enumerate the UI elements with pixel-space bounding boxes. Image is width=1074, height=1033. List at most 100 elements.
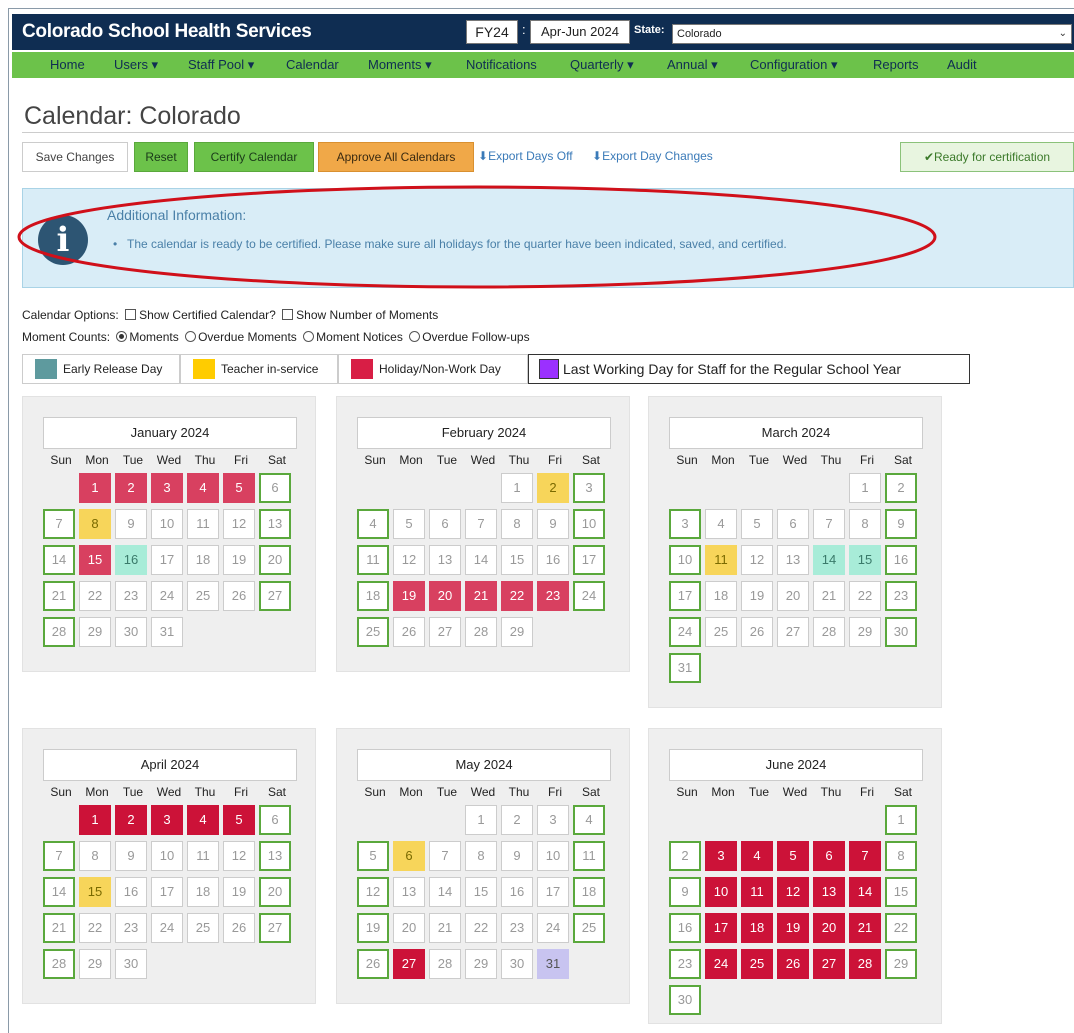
calendar-day[interactable]: 30	[885, 617, 917, 647]
calendar-day[interactable]: 3	[669, 509, 701, 539]
calendar-day[interactable]: 27	[813, 949, 845, 979]
save-changes-button[interactable]: Save Changes	[22, 142, 128, 172]
calendar-day[interactable]: 15	[79, 545, 111, 575]
calendar-day[interactable]: 29	[849, 617, 881, 647]
show-moments-checkbox[interactable]	[282, 309, 294, 320]
export-day-changes-link[interactable]: ⬇Export Day Changes	[592, 149, 713, 163]
calendar-day[interactable]: 16	[537, 545, 569, 575]
calendar-day[interactable]: 19	[357, 913, 389, 943]
calendar-day[interactable]: 7	[849, 841, 881, 871]
export-days-off-link[interactable]: ⬇Export Days Off	[478, 149, 573, 163]
calendar-day[interactable]: 5	[393, 509, 425, 539]
calendar-day[interactable]: 23	[537, 581, 569, 611]
calendar-day[interactable]: 15	[79, 877, 111, 907]
calendar-day[interactable]: 26	[741, 617, 773, 647]
calendar-day[interactable]: 26	[357, 949, 389, 979]
nav-home[interactable]: Home	[50, 57, 85, 72]
calendar-day[interactable]: 2	[885, 473, 917, 503]
calendar-day[interactable]: 18	[357, 581, 389, 611]
calendar-day[interactable]: 19	[741, 581, 773, 611]
calendar-day[interactable]: 10	[151, 509, 183, 539]
calendar-day[interactable]: 6	[259, 805, 291, 835]
calendar-day[interactable]: 4	[187, 473, 219, 503]
calendar-day[interactable]: 11	[741, 877, 773, 907]
calendar-day[interactable]: 7	[429, 841, 461, 871]
calendar-day[interactable]: 19	[393, 581, 425, 611]
calendar-day[interactable]: 5	[357, 841, 389, 871]
calendar-day[interactable]: 5	[741, 509, 773, 539]
calendar-day[interactable]: 4	[741, 841, 773, 871]
calendar-day[interactable]: 24	[151, 913, 183, 943]
calendar-day[interactable]: 8	[465, 841, 497, 871]
calendar-day[interactable]: 15	[501, 545, 533, 575]
calendar-day[interactable]: 21	[813, 581, 845, 611]
calendar-day[interactable]: 17	[669, 581, 701, 611]
calendar-day[interactable]: 12	[223, 841, 255, 871]
calendar-day[interactable]: 29	[885, 949, 917, 979]
calendar-day[interactable]: 22	[885, 913, 917, 943]
calendar-day[interactable]: 24	[537, 913, 569, 943]
calendar-day[interactable]: 19	[223, 877, 255, 907]
calendar-day[interactable]: 24	[573, 581, 605, 611]
calendar-day[interactable]: 13	[393, 877, 425, 907]
ready-for-certification-button[interactable]: ✔Ready for certification	[900, 142, 1074, 172]
calendar-day[interactable]: 4	[573, 805, 605, 835]
calendar-day[interactable]: 26	[393, 617, 425, 647]
calendar-day[interactable]: 19	[223, 545, 255, 575]
calendar-day[interactable]: 13	[429, 545, 461, 575]
calendar-day[interactable]: 11	[573, 841, 605, 871]
calendar-day[interactable]: 14	[43, 545, 75, 575]
calendar-day[interactable]: 25	[741, 949, 773, 979]
overdue-moments-radio[interactable]	[185, 331, 197, 342]
calendar-day[interactable]: 29	[79, 617, 111, 647]
approve-all-calendars-button[interactable]: Approve All Calendars	[318, 142, 474, 172]
fiscal-year-select[interactable]: FY24	[466, 20, 518, 44]
calendar-day[interactable]: 22	[79, 581, 111, 611]
calendar-day[interactable]: 25	[187, 581, 219, 611]
calendar-day[interactable]: 26	[223, 913, 255, 943]
calendar-day[interactable]: 7	[43, 841, 75, 871]
calendar-day[interactable]: 2	[537, 473, 569, 503]
calendar-day[interactable]: 8	[849, 509, 881, 539]
calendar-day[interactable]: 31	[537, 949, 569, 979]
calendar-day[interactable]: 28	[813, 617, 845, 647]
calendar-day[interactable]: 22	[501, 581, 533, 611]
calendar-day[interactable]: 20	[777, 581, 809, 611]
calendar-day[interactable]: 21	[43, 913, 75, 943]
calendar-day[interactable]: 17	[151, 877, 183, 907]
nav-users[interactable]: Users ▾	[114, 57, 158, 73]
calendar-day[interactable]: 2	[115, 473, 147, 503]
calendar-day[interactable]: 14	[43, 877, 75, 907]
calendar-day[interactable]: 30	[115, 949, 147, 979]
calendar-day[interactable]: 7	[465, 509, 497, 539]
calendar-day[interactable]: 22	[465, 913, 497, 943]
reset-button[interactable]: Reset	[134, 142, 188, 172]
calendar-day[interactable]: 3	[705, 841, 737, 871]
calendar-day[interactable]: 11	[187, 509, 219, 539]
nav-calendar[interactable]: Calendar	[286, 57, 339, 72]
calendar-day[interactable]: 29	[465, 949, 497, 979]
calendar-day[interactable]: 31	[669, 653, 701, 683]
calendar-day[interactable]: 18	[705, 581, 737, 611]
calendar-day[interactable]: 17	[705, 913, 737, 943]
calendar-day[interactable]: 8	[79, 509, 111, 539]
calendar-day[interactable]: 23	[115, 581, 147, 611]
calendar-day[interactable]: 9	[501, 841, 533, 871]
calendar-day[interactable]: 16	[115, 877, 147, 907]
show-certified-checkbox[interactable]	[125, 309, 137, 320]
calendar-day[interactable]: 16	[669, 913, 701, 943]
calendar-day[interactable]: 14	[429, 877, 461, 907]
calendar-day[interactable]: 20	[429, 581, 461, 611]
calendar-day[interactable]: 25	[187, 913, 219, 943]
calendar-day[interactable]: 10	[573, 509, 605, 539]
calendar-day[interactable]: 30	[115, 617, 147, 647]
calendar-day[interactable]: 15	[465, 877, 497, 907]
calendar-day[interactable]: 9	[115, 509, 147, 539]
calendar-day[interactable]: 28	[465, 617, 497, 647]
nav-reports[interactable]: Reports	[873, 57, 919, 72]
calendar-day[interactable]: 10	[537, 841, 569, 871]
calendar-day[interactable]: 27	[259, 913, 291, 943]
calendar-day[interactable]: 14	[813, 545, 845, 575]
calendar-day[interactable]: 11	[187, 841, 219, 871]
calendar-day[interactable]: 14	[465, 545, 497, 575]
